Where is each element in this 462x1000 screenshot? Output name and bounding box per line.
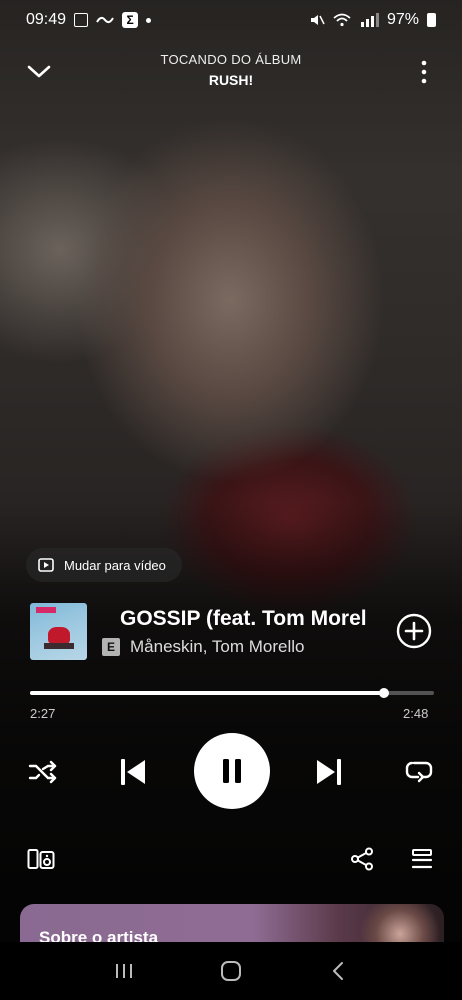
switch-to-video-button[interactable]: Mudar para vídeo <box>26 548 182 582</box>
album-cover[interactable] <box>30 603 87 660</box>
header-context[interactable]: TOCANDO DO ÁLBUM RUSH! <box>100 52 362 88</box>
artist-row: E Måneskin, Tom Morello <box>102 637 304 657</box>
switch-to-video-label: Mudar para vídeo <box>64 557 166 573</box>
chevron-down-icon <box>27 65 51 78</box>
cover-title-mark <box>36 607 56 613</box>
track-title[interactable]: GOSSIP (feat. Tom Morello) <box>120 607 366 631</box>
track-info: GOSSIP (feat. Tom Morello) E Måneskin, T… <box>30 603 440 661</box>
album-title: RUSH! <box>208 72 254 88</box>
explicit-badge: E <box>102 638 120 656</box>
sigma-icon: Σ <box>122 12 139 28</box>
status-time: 09:49 <box>26 11 67 28</box>
repeat-button[interactable] <box>402 755 436 787</box>
shuffle-icon <box>28 760 57 784</box>
collapse-button[interactable] <box>23 56 55 88</box>
queue-button[interactable] <box>408 845 436 873</box>
pause-button[interactable] <box>194 733 270 809</box>
add-circle-icon <box>396 613 432 649</box>
back-icon <box>333 962 344 980</box>
wifi-icon <box>333 13 351 27</box>
player-header: TOCANDO DO ÁLBUM RUSH! <box>0 48 462 96</box>
share-icon <box>351 847 373 871</box>
notification-dot-icon <box>146 17 152 23</box>
total-time: 2:48 <box>403 706 429 721</box>
system-nav-bar <box>0 942 462 1000</box>
signal-icon <box>360 13 379 27</box>
mute-icon <box>310 15 325 25</box>
battery-percent: 97% <box>386 11 419 28</box>
add-to-library-button[interactable] <box>396 613 432 649</box>
queue-icon <box>411 849 433 869</box>
progress-bar[interactable] <box>30 688 434 698</box>
more-vertical-icon <box>421 60 427 84</box>
shuffle-button[interactable] <box>26 757 60 787</box>
elapsed-time: 2:27 <box>30 706 56 721</box>
next-button[interactable] <box>312 754 346 790</box>
gallery-icon <box>74 13 89 27</box>
pause-icon <box>223 759 241 783</box>
battery-icon <box>427 13 436 27</box>
video-play-icon <box>38 558 54 572</box>
recent-apps-button[interactable] <box>104 956 144 986</box>
progress-handle[interactable] <box>378 688 389 698</box>
context-label: TOCANDO DO ÁLBUM <box>160 52 302 67</box>
home-button[interactable] <box>211 956 251 986</box>
more-options-button[interactable] <box>408 56 440 88</box>
share-button[interactable] <box>348 845 376 873</box>
home-icon <box>220 961 241 981</box>
repeat-icon <box>405 761 433 783</box>
status-left: 09:49 Σ <box>26 11 152 29</box>
previous-button[interactable] <box>116 754 150 790</box>
status-bar: 09:49 Σ 97% <box>0 0 462 40</box>
devices-button[interactable] <box>26 845 56 873</box>
skip-previous-icon <box>121 759 145 785</box>
recent-apps-icon <box>115 964 132 978</box>
devices-icon <box>27 849 55 869</box>
progress-fill <box>30 691 384 695</box>
track-artists[interactable]: Måneskin, Tom Morello <box>130 637 304 657</box>
cover-figure-base <box>44 643 74 649</box>
app-notification-icon <box>96 16 114 24</box>
skip-next-icon <box>317 759 341 785</box>
background-shade <box>0 0 462 1000</box>
status-right: 97% <box>309 11 436 29</box>
back-button[interactable] <box>318 956 358 986</box>
